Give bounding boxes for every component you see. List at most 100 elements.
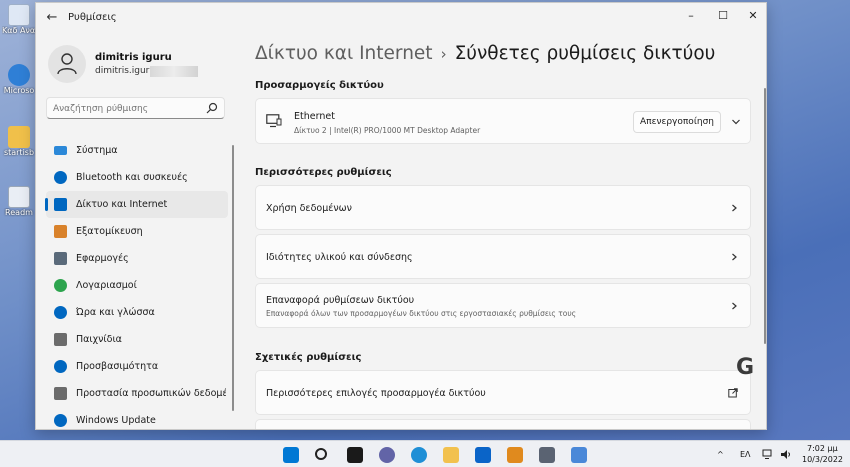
settings-window: ← Ρυθμίσεις – ☐ ✕ dimitris iguru dimitri… [35, 2, 767, 430]
sidebar-item-label: Λογαριασμοί [76, 280, 137, 291]
language-indicator[interactable]: ΕΛ [740, 450, 751, 459]
sidebar-item-bluetooth[interactable]: Bluetooth και συσκευές [46, 164, 228, 191]
volume-tray-icon[interactable] [780, 449, 792, 460]
settings-icon[interactable] [539, 447, 555, 463]
more-settings-item[interactable]: Επαναφορά ρυθμίσεων δικτύου Επαναφορά όλ… [255, 283, 751, 328]
more-settings-item-title: Χρήση δεδομένων [266, 203, 352, 214]
related-settings-item-title: Περισσότερες επιλογές προσαρμογέα δικτύο… [266, 388, 486, 399]
adapter-detail: Δίκτυο 2 | Intel(R) PRO/1000 MT Desktop … [294, 126, 481, 135]
minimize-button[interactable]: – [680, 7, 702, 25]
back-arrow-icon: ← [46, 10, 58, 25]
ethernet-monitor-icon [266, 114, 282, 128]
main-scrollbar[interactable] [764, 88, 766, 344]
start-icon[interactable] [283, 447, 299, 463]
more-settings-item-title: Επαναφορά ρυθμίσεων δικτύου [266, 295, 415, 306]
store-icon[interactable] [507, 447, 523, 463]
desktop-icon-microsoft-edge[interactable]: Microso [2, 64, 36, 95]
bluetooth-icon [54, 171, 67, 184]
back-button[interactable]: ← [44, 10, 60, 26]
user-name: dimitris iguru [95, 52, 172, 63]
network-app-icon[interactable] [571, 447, 587, 463]
close-button[interactable]: ✕ [742, 7, 764, 25]
app-title: Ρυθμίσεις [68, 12, 117, 23]
avatar[interactable] [48, 45, 86, 83]
sidebar-item-apps[interactable]: Εφαρμογές [46, 245, 228, 272]
chevron-right-icon [732, 302, 737, 310]
related-settings-item[interactable]: Περισσότερες επιλογές προσαρμογέα δικτύο… [255, 370, 751, 415]
gamepad-icon [54, 333, 67, 346]
sidebar-item-accessibility[interactable]: Προσβασιμότητα [46, 353, 228, 380]
sidebar-item-brush[interactable]: Εξατομίκευση [46, 218, 228, 245]
sidebar-item-person[interactable]: Λογαριασμοί [46, 272, 228, 299]
brush-icon [54, 225, 67, 238]
search-input[interactable] [53, 101, 203, 116]
desktop-icon-label: Microso [3, 86, 35, 95]
monitor-icon [54, 146, 67, 155]
desktop-icon-label: Readm [5, 208, 33, 217]
sidebar-item-wifi[interactable]: Δίκτυο και Internet [45, 191, 228, 218]
chevron-down-icon[interactable] [731, 117, 741, 127]
update-icon [54, 414, 67, 427]
section-label-more-settings: Περισσότερες ρυθμίσεις [255, 167, 392, 178]
globe-clock-icon [54, 306, 67, 319]
apps-icon [54, 252, 67, 265]
folder-icon [8, 126, 30, 148]
disable-adapter-button[interactable]: Απενεργοποίηση [633, 111, 721, 133]
more-settings-item[interactable]: Χρήση δεδομένων [255, 185, 751, 230]
tray-time[interactable]: 7:02 μμ [807, 444, 838, 453]
section-label-related-settings: Σχετικές ρυθμίσεις [255, 352, 362, 363]
desktop-icon-label: startisb [3, 148, 35, 157]
search-box[interactable] [46, 97, 225, 119]
network-tray-icon[interactable] [762, 449, 774, 460]
mail-icon[interactable] [475, 447, 491, 463]
breadcrumb-parent[interactable]: Δίκτυο και Internet [255, 43, 433, 64]
recycle-bin-icon [8, 4, 30, 26]
edge-icon[interactable] [411, 447, 427, 463]
related-settings-item-partial[interactable] [255, 419, 751, 429]
tray-overflow-chevron[interactable]: ^ [717, 450, 724, 459]
chat-icon[interactable] [379, 447, 395, 463]
sidebar-item-monitor[interactable]: Σύστημα [46, 137, 228, 164]
tray-date[interactable]: 10/3/2022 [802, 455, 843, 464]
sidebar-item-label: Προστασία προσωπικών δεδομέ [76, 388, 226, 399]
more-settings-item-sub: Επαναφορά όλων των προσαρμογέων δικτύου … [266, 309, 577, 318]
external-link-icon [728, 388, 738, 398]
sidebar-item-gamepad[interactable]: Παιχνίδια [46, 326, 228, 353]
sidebar-item-label: Bluetooth και συσκευές [76, 172, 188, 183]
more-settings-item[interactable]: Ιδιότητες υλικού και σύνδεσης [255, 234, 751, 279]
taskbar: ^ ΕΛ 7:02 μμ 10/3/2022 [0, 440, 850, 467]
adapter-name: Ethernet [294, 111, 335, 122]
email-redaction [150, 66, 198, 77]
sidebar-item-label: Παιχνίδια [76, 334, 122, 345]
explorer-icon[interactable] [443, 447, 459, 463]
search-icon[interactable] [315, 448, 327, 460]
sidebar-item-label: Εξατομίκευση [76, 226, 143, 237]
sidebar-item-update[interactable]: Windows Update [46, 407, 228, 429]
main-content: Δίκτυο και Internet › Σύνθετες ρυθμίσεις δ… [246, 33, 766, 429]
adapter-card-ethernet[interactable]: Ethernet Δίκτυο 2 | Intel(R) PRO/1000 MT… [255, 98, 751, 144]
desktop-icon-label: Καδ Ανακύκλ [2, 26, 36, 35]
sidebar-scrollbar[interactable] [232, 145, 234, 411]
chevron-right-icon [732, 204, 737, 212]
desktop-icon-startisb[interactable]: startisb [2, 126, 36, 157]
task-view-icon[interactable] [347, 447, 363, 463]
edge-desktop-icon [8, 64, 30, 86]
search-icon [206, 102, 218, 114]
desktop-icon-readme[interactable]: Readm [2, 186, 36, 217]
person-avatar-icon [57, 53, 77, 75]
sidebar-item-label: Ώρα και γλώσσα [76, 307, 155, 318]
sidebar-item-label: Εφαρμογές [76, 253, 129, 264]
sidebar-item-globe-clock[interactable]: Ώρα και γλώσσα [46, 299, 228, 326]
desktop-icon-recycle-bin[interactable]: Καδ Ανακύκλ [2, 4, 36, 35]
accessibility-icon [54, 360, 67, 373]
sidebar-item-label: Προσβασιμότητα [76, 361, 159, 372]
sidebar-item-shield[interactable]: Προστασία προσωπικών δεδομέ [46, 380, 228, 407]
sidebar-nav: Σύστημα Bluetooth και συσκευές Δίκτυο και … [45, 137, 228, 429]
breadcrumb-separator: › [440, 45, 447, 63]
document-icon [8, 186, 30, 208]
maximize-button[interactable]: ☐ [712, 7, 734, 25]
sidebar-item-label: Σύστημα [76, 145, 118, 156]
sidebar-item-label: Windows Update [76, 415, 156, 426]
title-bar[interactable]: ← Ρυθμίσεις – ☐ ✕ [36, 3, 766, 33]
person-icon [54, 279, 67, 292]
